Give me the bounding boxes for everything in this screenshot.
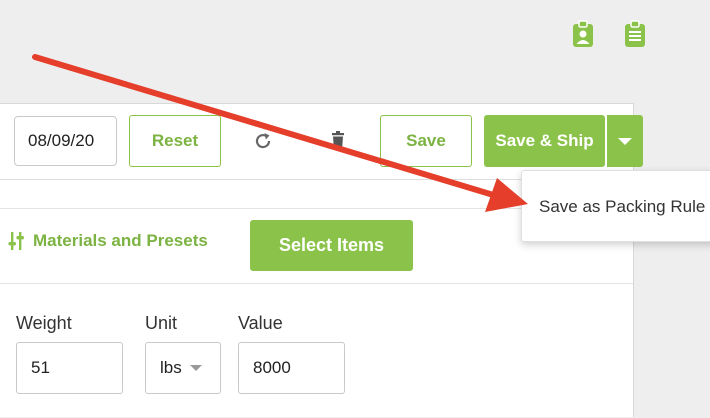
divider <box>0 283 633 284</box>
refresh-icon[interactable] <box>252 130 274 152</box>
save-options-menu: Save as Packing Rule <box>521 170 710 242</box>
weight-input[interactable]: 51 <box>16 342 123 394</box>
weight-label: Weight <box>16 313 72 333</box>
sliders-icon <box>8 232 24 250</box>
unit-select[interactable]: lbs <box>145 342 221 394</box>
value-label: Value <box>238 313 283 333</box>
save-as-packing-rule-item[interactable]: Save as Packing Rule <box>539 197 705 217</box>
value-input[interactable]: 8000 <box>238 342 345 394</box>
unit-label: Unit <box>145 313 178 333</box>
materials-label: Materials and Presets <box>33 231 208 250</box>
save-options-dropdown-toggle[interactable] <box>607 115 643 167</box>
materials-and-presets-link[interactable]: Materials and Presets <box>8 231 208 251</box>
caret-down-icon <box>618 137 632 145</box>
trash-icon[interactable] <box>327 130 349 152</box>
header-icons <box>572 20 646 48</box>
save-and-ship-button[interactable]: Save & Ship <box>484 115 605 167</box>
chevron-down-icon <box>189 365 202 371</box>
select-items-button[interactable]: Select Items <box>250 220 413 271</box>
ship-date-input[interactable] <box>14 116 117 166</box>
unit-value: lbs <box>160 358 182 377</box>
save-button[interactable]: Save <box>380 115 472 167</box>
reset-button[interactable]: Reset <box>129 115 221 167</box>
shipment-panel: Reset Save Save & Ship Materials and Pre… <box>0 103 643 417</box>
toolbar: Reset Save Save & Ship <box>0 104 643 180</box>
clipboard-icon[interactable] <box>624 20 646 48</box>
id-badge-icon[interactable] <box>572 20 594 48</box>
